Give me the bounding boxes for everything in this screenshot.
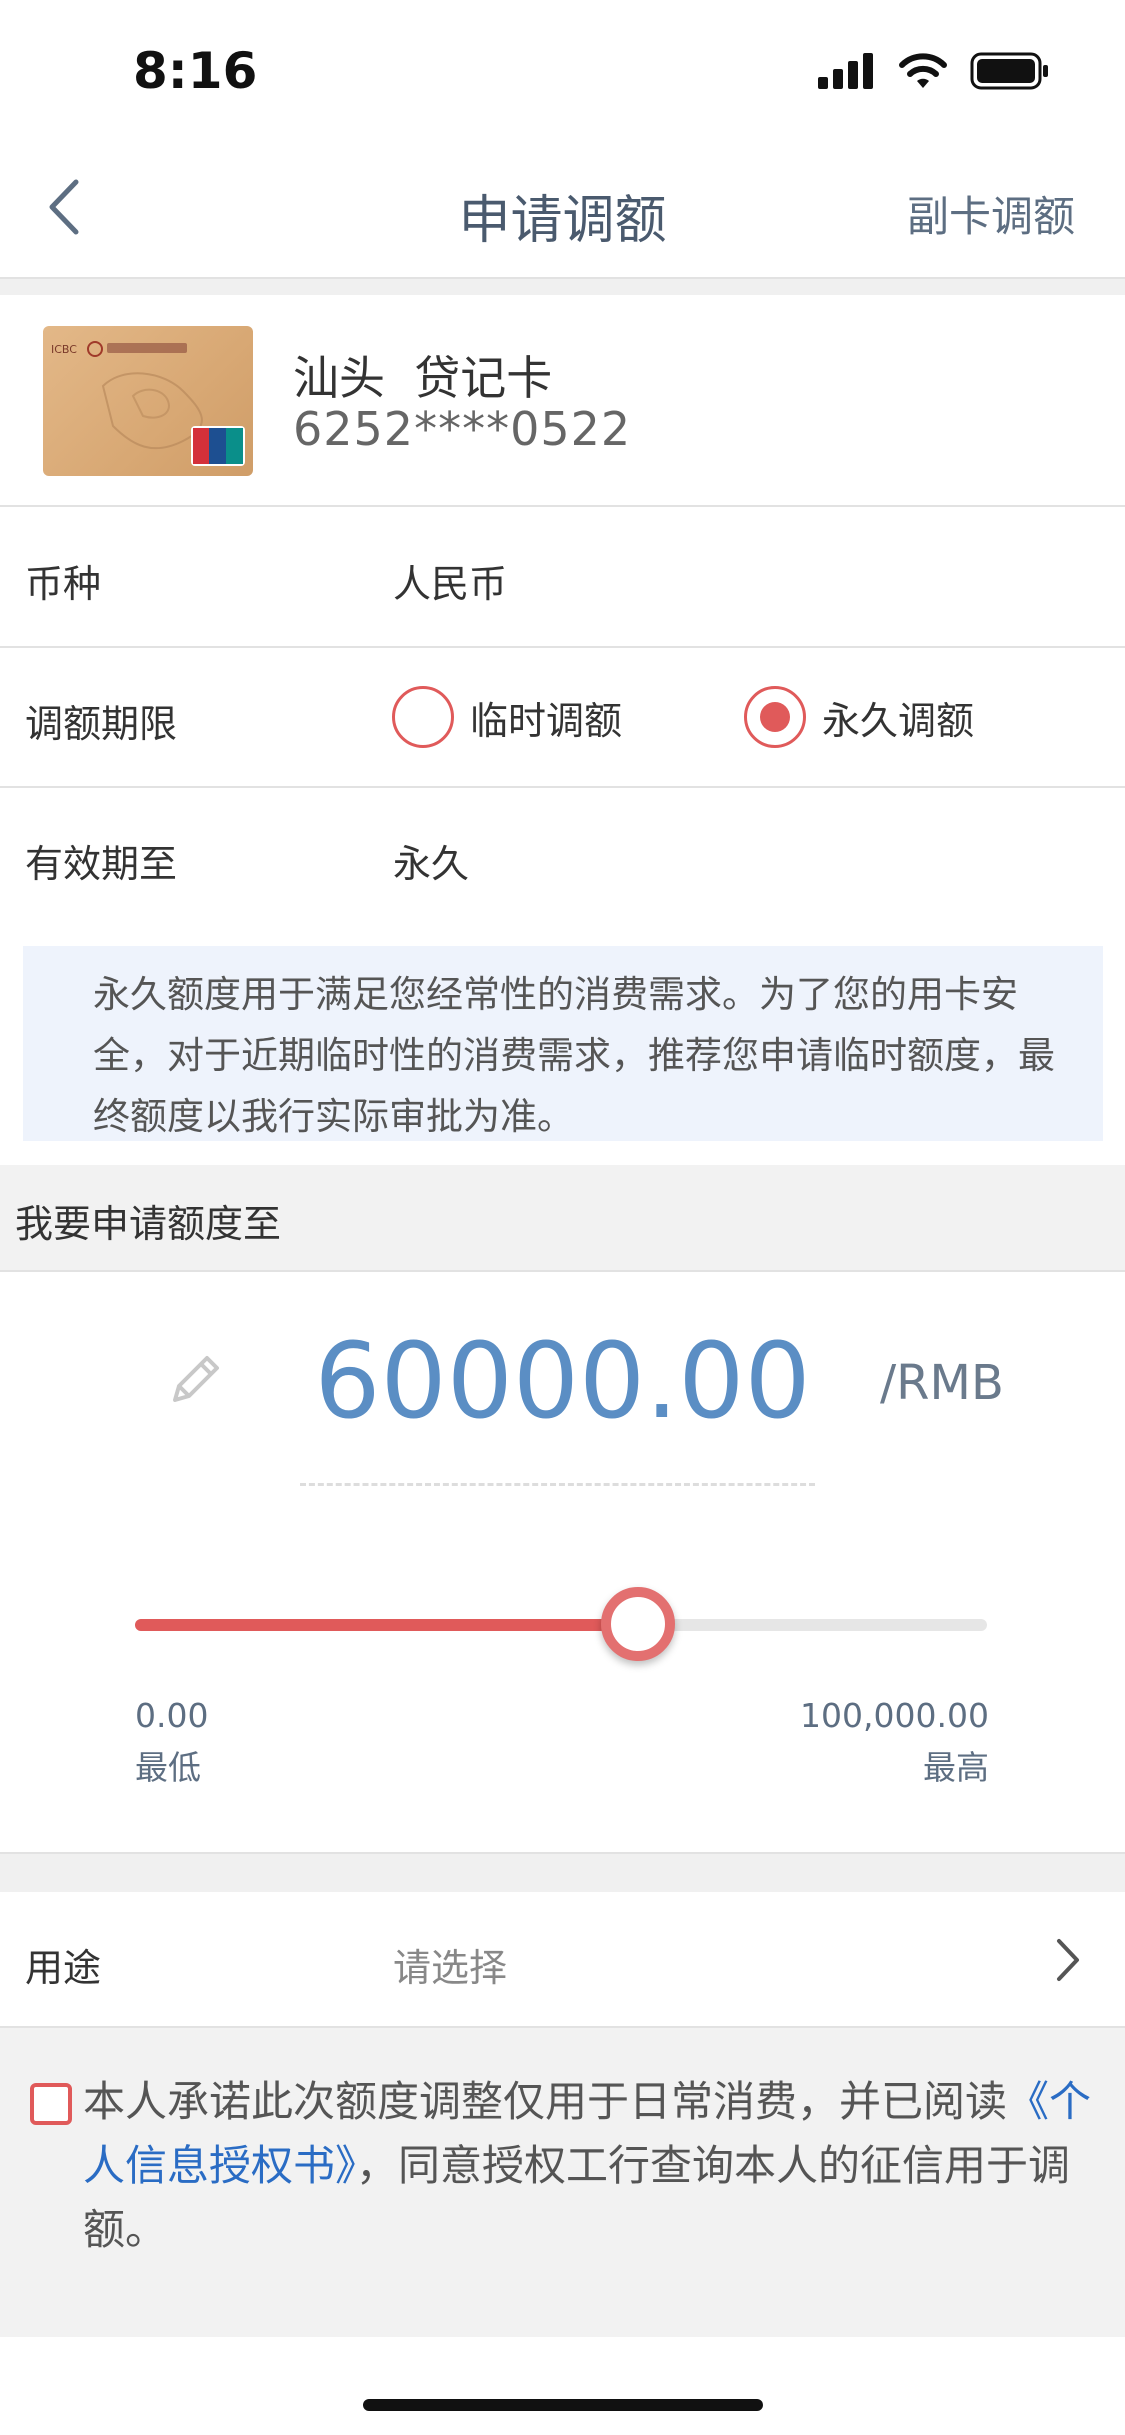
agreement-checkbox[interactable] [30, 2083, 72, 2125]
slider-fill [135, 1619, 638, 1631]
radio-temporary[interactable] [392, 686, 454, 748]
section-title: 我要申请额度至 [15, 1202, 282, 1246]
period-label: 调额期限 [25, 702, 178, 746]
secondary-card-adjust-button[interactable]: 副卡调额 [907, 183, 1075, 244]
status-icons [818, 52, 1050, 90]
wifi-icon [899, 53, 947, 88]
divider [0, 646, 1125, 648]
radio-permanent[interactable] [744, 686, 806, 748]
agreement-text-before: 本人承诺此次额度调整仅用于日常消费，并已阅读 [83, 2077, 1008, 2126]
slider-max-value: 100,000.00 [800, 1696, 989, 1735]
slider-max-label: 最高 [923, 1748, 989, 1787]
purpose-row[interactable] [0, 1892, 1125, 2027]
amount-unit: /RMB [880, 1355, 1004, 1411]
home-indicator [363, 2399, 763, 2411]
slider-min-value: 0.00 [135, 1696, 209, 1735]
slider-min-label: 最低 [135, 1748, 201, 1787]
valid-until-value: 永久 [393, 842, 470, 886]
divider [0, 505, 1125, 507]
card-name: 汕头 贷记卡 [293, 351, 553, 405]
chevron-right-icon[interactable] [1047, 1935, 1087, 1985]
valid-until-label: 有效期至 [25, 842, 178, 886]
agreement-text: 本人承诺此次额度调整仅用于日常消费，并已阅读《个人信息授权书》，同意授权工行查询… [83, 2070, 1103, 2262]
battery-icon [970, 52, 1048, 90]
card-image: ICBC [43, 326, 253, 476]
amount-underline [300, 1483, 815, 1486]
currency-value: 人民币 [393, 562, 508, 606]
purpose-select[interactable]: 请选择 [393, 1937, 507, 1992]
divider [0, 2026, 1125, 2028]
slider-thumb[interactable] [600, 1587, 675, 1661]
status-time: 8:16 [133, 42, 258, 100]
gray-separator [0, 1854, 1125, 1892]
svg-text:ICBC: ICBC [51, 343, 77, 356]
divider [0, 786, 1125, 788]
currency-label: 币种 [25, 562, 102, 606]
info-notice: 永久额度用于满足您经常性的消费需求。为了您的用卡安全，对于近期临时性的消费需求，… [23, 946, 1103, 1141]
purpose-label: 用途 [25, 1946, 102, 1990]
divider [0, 1270, 1125, 1272]
radio-temporary-label[interactable]: 临时调额 [470, 690, 622, 745]
signal-icon [818, 53, 873, 89]
radio-permanent-label[interactable]: 永久调额 [822, 690, 974, 745]
radio-selected-dot [760, 702, 790, 732]
gray-separator [0, 279, 1125, 295]
card-number: 6252****0522 [293, 402, 632, 456]
